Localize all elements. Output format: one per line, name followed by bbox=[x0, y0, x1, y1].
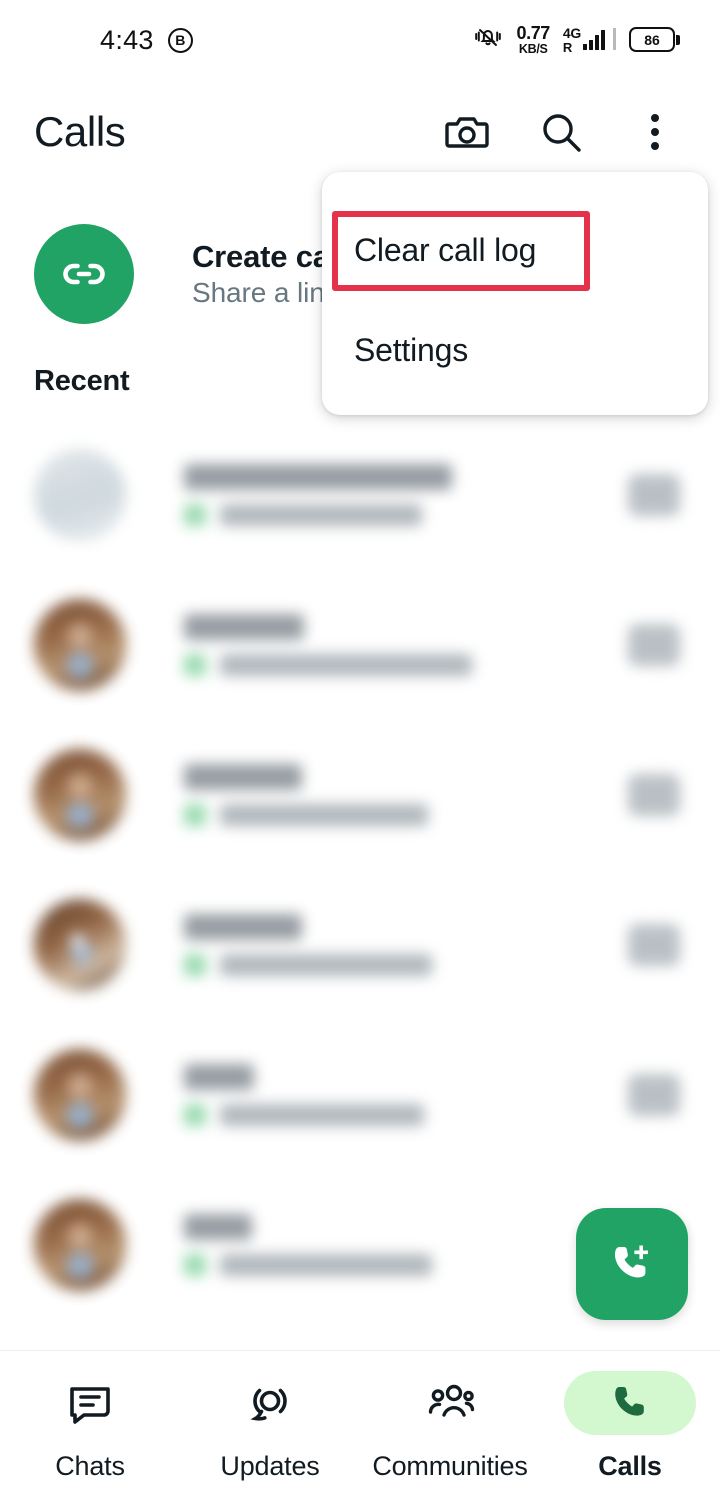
new-call-fab[interactable] bbox=[576, 1208, 688, 1320]
video-call-icon[interactable] bbox=[628, 624, 680, 666]
video-call-icon[interactable] bbox=[628, 924, 680, 966]
call-direction-icon bbox=[184, 1104, 206, 1126]
avatar bbox=[34, 449, 126, 541]
network-type-label: 4G bbox=[562, 25, 581, 42]
bell-muted-icon bbox=[473, 24, 503, 55]
table-row[interactable] bbox=[0, 720, 720, 870]
communities-icon bbox=[428, 1384, 475, 1417]
tab-updates[interactable]: Updates bbox=[180, 1371, 360, 1482]
tab-chats[interactable]: Chats bbox=[0, 1371, 180, 1482]
link-icon bbox=[63, 263, 105, 285]
camera-icon[interactable] bbox=[444, 109, 490, 155]
avatar bbox=[34, 899, 126, 991]
app-bar: Calls bbox=[0, 86, 720, 178]
list-bottom-fade bbox=[0, 1324, 720, 1350]
avatar bbox=[34, 1199, 126, 1291]
status-bar-left: 4:43 B bbox=[100, 25, 193, 56]
call-timestamp bbox=[220, 804, 428, 826]
table-row[interactable] bbox=[0, 1020, 720, 1170]
bottom-navigation: Chats Updates Communities Calls bbox=[0, 1350, 720, 1505]
roaming-label: R bbox=[562, 39, 573, 55]
updates-icon bbox=[250, 1388, 287, 1421]
status-bar-right: 0.77 KB/S 4G R 86 bbox=[473, 24, 680, 55]
phone-icon bbox=[615, 1387, 644, 1416]
contact-name bbox=[184, 1064, 254, 1090]
menu-item-clear-call-log-label: Clear call log bbox=[354, 231, 537, 268]
call-direction-icon bbox=[184, 654, 206, 676]
status-bar: 4:43 B 0.77 KB/S 4G R 86 bbox=[0, 0, 720, 80]
search-icon[interactable] bbox=[538, 109, 584, 155]
tab-label-updates: Updates bbox=[220, 1451, 320, 1481]
menu-item-settings-label: Settings bbox=[354, 331, 469, 368]
create-call-link-avatar bbox=[34, 224, 134, 324]
contact-name bbox=[184, 764, 302, 790]
video-call-icon[interactable] bbox=[628, 474, 680, 516]
table-row[interactable] bbox=[0, 420, 720, 570]
video-call-icon[interactable] bbox=[628, 774, 680, 816]
chats-icon bbox=[70, 1387, 110, 1424]
table-row[interactable] bbox=[0, 870, 720, 1020]
tab-communities[interactable]: Communities bbox=[360, 1371, 540, 1482]
call-direction-icon bbox=[184, 1254, 206, 1276]
menu-item-clear-call-log[interactable]: Clear call log bbox=[322, 200, 708, 300]
avatar bbox=[34, 749, 126, 841]
active-tab-pill bbox=[564, 1371, 696, 1435]
call-timestamp bbox=[220, 504, 422, 526]
signal-indicator: 4G R bbox=[563, 26, 616, 54]
battery-indicator: 86 bbox=[629, 27, 680, 53]
menu-item-settings[interactable]: Settings bbox=[322, 300, 708, 400]
battery-level: 86 bbox=[629, 27, 675, 53]
contact-name bbox=[184, 1214, 252, 1240]
contact-name bbox=[184, 614, 304, 640]
network-speed: 0.77 KB/S bbox=[516, 23, 550, 56]
overflow-dropdown-menu[interactable]: Clear call log Settings bbox=[322, 172, 708, 415]
phone-screen: 4:43 B 0.77 KB/S 4G R 86 Calls Create ca… bbox=[0, 0, 720, 1505]
tab-label-chats: Chats bbox=[55, 1451, 125, 1481]
table-row[interactable] bbox=[0, 570, 720, 720]
call-timestamp bbox=[220, 954, 432, 976]
b-bubble-icon: B bbox=[167, 27, 193, 53]
call-timestamp bbox=[220, 654, 472, 676]
battery-nub-icon bbox=[676, 34, 680, 45]
page-title: Calls bbox=[34, 108, 126, 155]
tab-label-calls: Calls bbox=[598, 1451, 662, 1481]
contact-name bbox=[184, 914, 302, 940]
call-direction-icon bbox=[184, 804, 206, 826]
network-speed-value: 0.77 bbox=[516, 23, 550, 44]
call-direction-icon bbox=[184, 504, 206, 526]
tab-label-communities: Communities bbox=[372, 1451, 528, 1481]
call-direction-icon bbox=[184, 954, 206, 976]
app-bar-actions bbox=[444, 109, 678, 155]
avatar bbox=[34, 599, 126, 691]
call-timestamp bbox=[220, 1254, 432, 1276]
video-call-icon[interactable] bbox=[628, 1074, 680, 1116]
signal-bars-secondary-icon bbox=[613, 27, 616, 50]
status-time: 4:43 bbox=[100, 24, 154, 55]
recent-section-header: Recent bbox=[34, 365, 130, 397]
overflow-menu-icon[interactable] bbox=[632, 109, 678, 155]
call-timestamp bbox=[220, 1104, 424, 1126]
contact-name bbox=[184, 464, 452, 490]
signal-bars-icon bbox=[583, 29, 605, 50]
network-speed-unit: KB/S bbox=[518, 41, 548, 56]
phone-add-icon bbox=[614, 1245, 648, 1278]
tab-calls[interactable]: Calls bbox=[540, 1371, 720, 1482]
avatar bbox=[34, 1049, 126, 1141]
